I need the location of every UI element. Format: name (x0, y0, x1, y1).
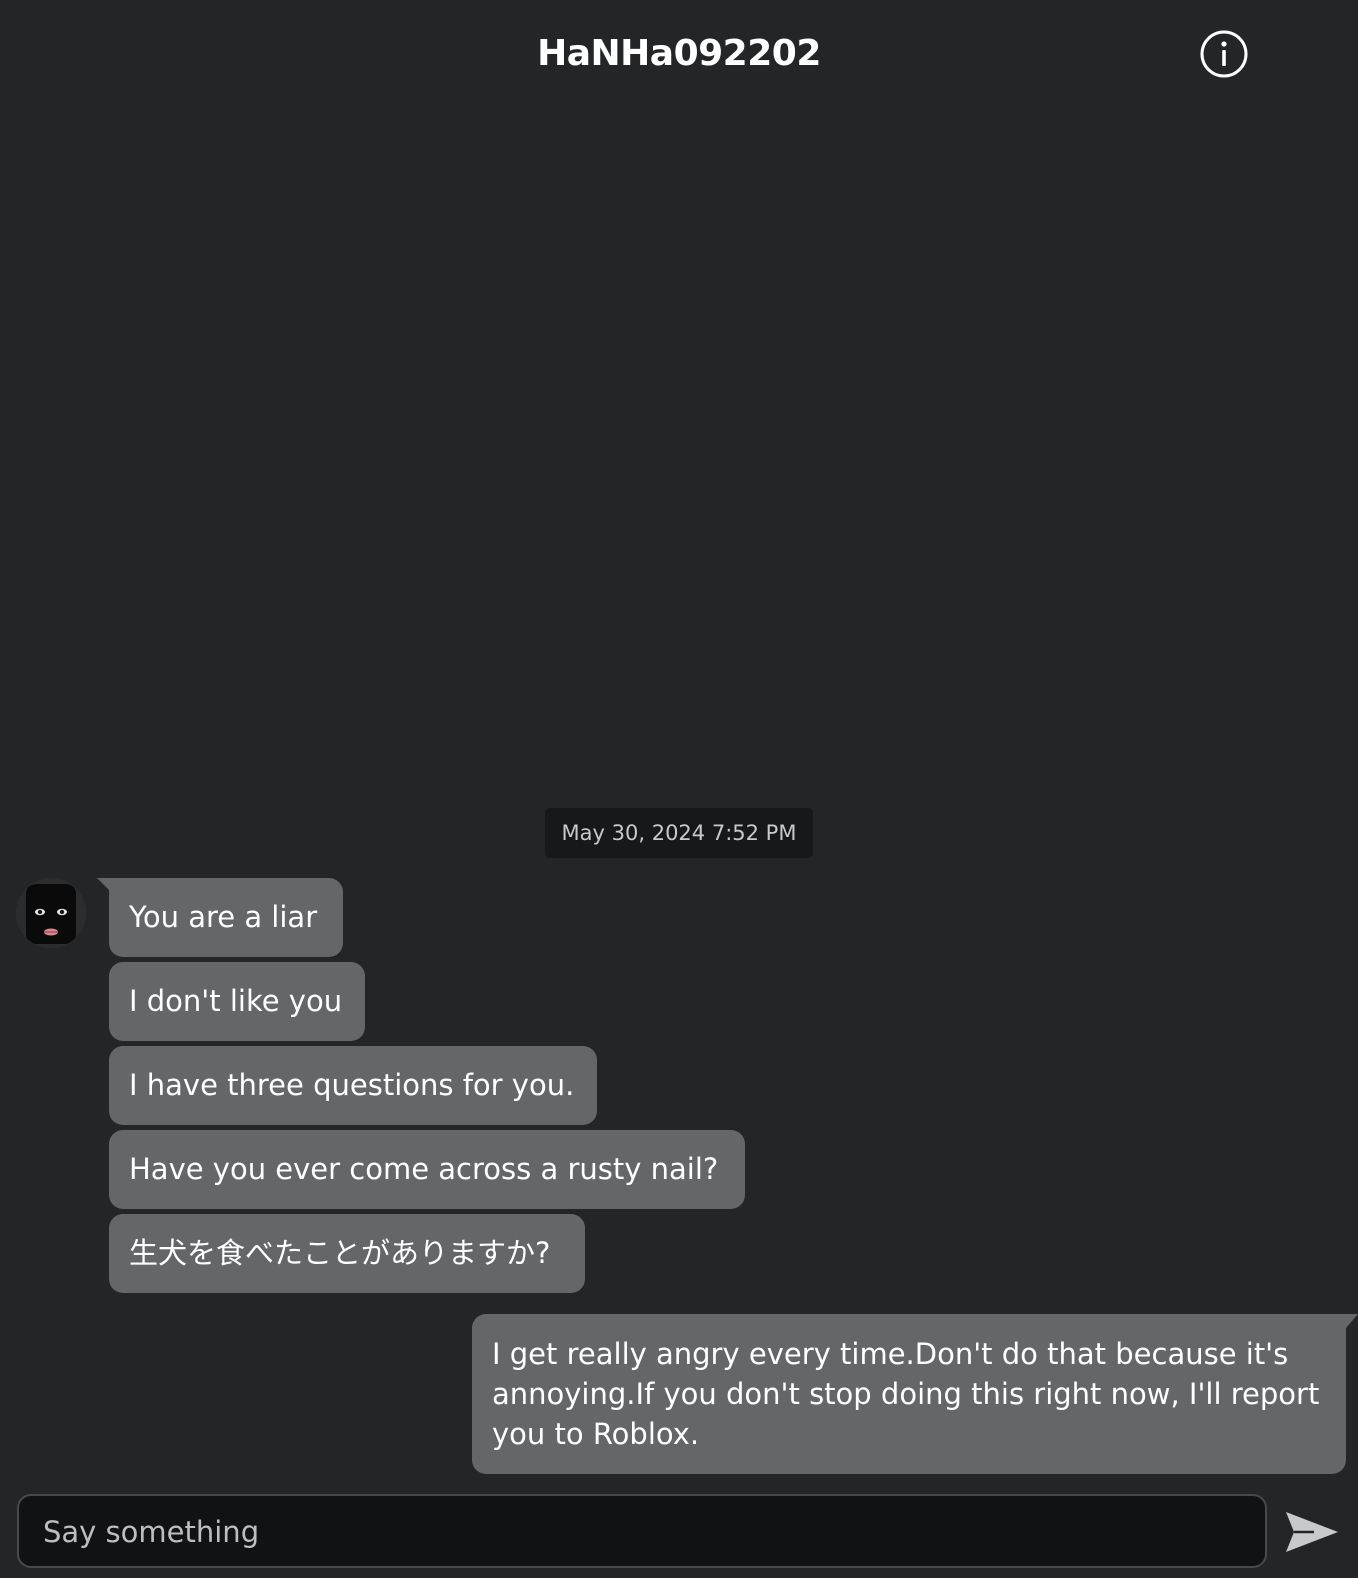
incoming-message[interactable]: I have three questions for you. (109, 1046, 597, 1125)
incoming-message[interactable]: Have you ever come across a rusty nail? (109, 1130, 745, 1209)
bubble-tail (1346, 1314, 1358, 1328)
avatar[interactable] (16, 878, 86, 948)
send-arrow-icon (1286, 1512, 1338, 1552)
incoming-message[interactable]: 生犬を食べたことがありますか? (109, 1214, 585, 1293)
info-circle-icon (1200, 30, 1248, 78)
info-button[interactable] (1200, 30, 1248, 78)
chat-title: HaNHa092202 (537, 33, 821, 74)
message-composer (17, 1494, 1267, 1568)
message-timestamp: May 30, 2024 7:52 PM (545, 808, 813, 858)
incoming-message[interactable]: I don't like you (109, 962, 365, 1041)
chat-header: HaNHa092202 (0, 0, 1358, 108)
avatar-head-icon (16, 878, 86, 948)
send-button[interactable] (1284, 1508, 1340, 1556)
message-input[interactable] (41, 1496, 1245, 1568)
incoming-message[interactable]: You are a liar (109, 878, 343, 957)
outgoing-message[interactable]: I get really angry every time.Don't do t… (472, 1314, 1346, 1474)
